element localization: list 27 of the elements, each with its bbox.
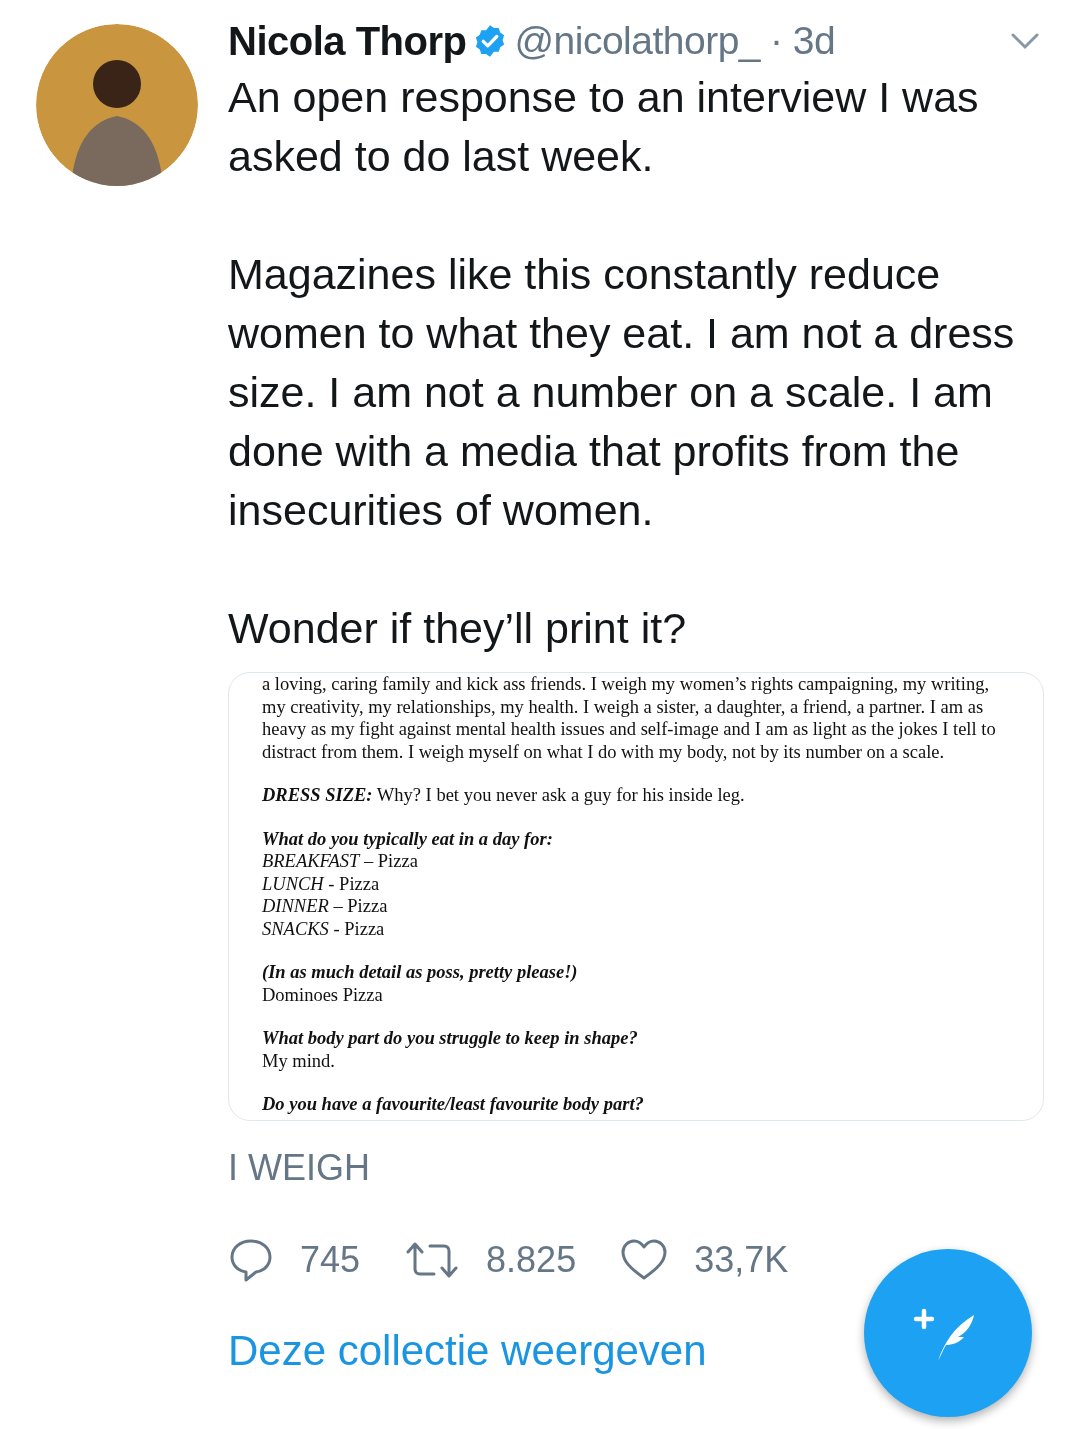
tweet-text: Wonder if they’ll print it? xyxy=(228,603,688,654)
document-text: My mind. xyxy=(262,1049,336,1072)
chevron-down-icon[interactable] xyxy=(1010,31,1040,51)
action-count: 8.825 xyxy=(486,1238,577,1281)
tweet-time: · 3d xyxy=(770,19,836,63)
document-image[interactable] xyxy=(228,672,1044,1121)
document-text: Dominoes Pizza xyxy=(262,983,384,1006)
tweet-text: An open response to an interview I was asked to do last week. xyxy=(228,72,980,182)
document-text: What do you typically eat in a day for: xyxy=(262,827,554,850)
document-text: SNACKS - Pizza xyxy=(262,917,386,940)
document-text: a loving, caring family and kick ass friends. I weigh my women’s rights campaigning, my writing, my creativity, my relationships, my health. I weigh a sister, a daughter, a friend, a partner. I am as heavy as my fight against mental health issues and self-image and I am as light as the jokes I tell to distract from them. I weigh myself on what I do with my body, not by its number on a scale. xyxy=(262,673,997,763)
view-collection-link[interactable]: Deze collectie weergeven xyxy=(228,1326,1044,1375)
action-count: 745 xyxy=(300,1238,361,1281)
tweet-text: Magazines like this constantly reduce women to what they eat. I am not a dress size. I am not a number on a scale. I am done with a media that profits from the insecurities of women. xyxy=(228,249,1016,536)
action-count: 33,7K xyxy=(694,1238,789,1281)
heart-icon[interactable] xyxy=(620,1237,669,1282)
document-text: Do you have a favourite/least favourite body part? xyxy=(262,1093,645,1116)
document-text: BREAKFAST – Pizza xyxy=(262,850,419,873)
author-name: Nicola Thorp xyxy=(228,18,467,64)
image-caption: I WEIGH xyxy=(228,1146,371,1189)
document-text: What body part do you struggle to keep in shape? xyxy=(262,1027,639,1050)
document-text: LUNCH - Pizza xyxy=(262,872,381,895)
author-handle: @nicolathorp_ xyxy=(514,19,761,63)
document-text: (In as much detail as poss, pretty please!) xyxy=(262,961,579,984)
document-text: DINNER – Pizza xyxy=(262,895,389,918)
document-text: DRESS SIZE: Why? I bet you never ask a guy for his inside leg. xyxy=(262,784,746,807)
avatar[interactable] xyxy=(36,24,198,186)
